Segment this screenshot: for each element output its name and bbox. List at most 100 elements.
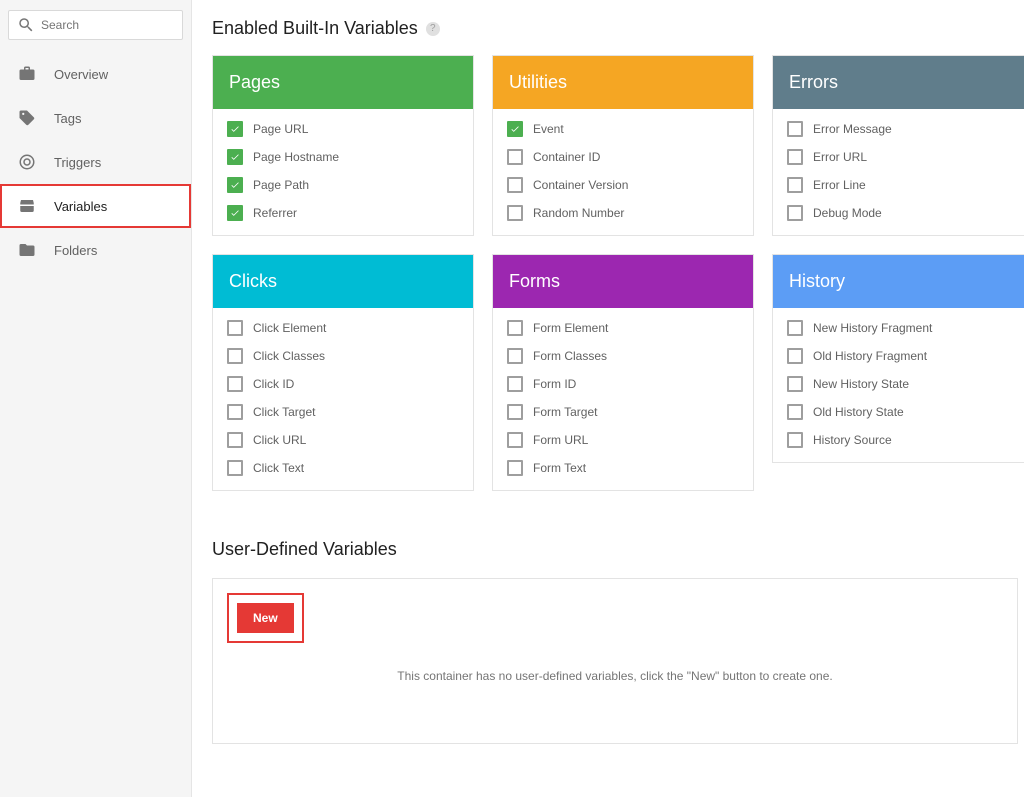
checkbox-label: Container ID [533, 150, 600, 164]
card-body: New History Fragment Old History Fragment… [773, 308, 1024, 462]
variable-checkbox-row[interactable]: Form URL [507, 432, 739, 448]
card-header: Errors [773, 56, 1024, 109]
variable-checkbox-row[interactable]: Click Target [227, 404, 459, 420]
checkbox-label: Click Target [253, 405, 315, 419]
variable-checkbox-row[interactable]: Click Text [227, 460, 459, 476]
checkbox-icon[interactable] [507, 205, 523, 221]
variable-checkbox-row[interactable]: Page Path [227, 177, 459, 193]
checkbox-label: Error Message [813, 122, 892, 136]
variable-checkbox-row[interactable]: Error Line [787, 177, 1019, 193]
checkbox-icon[interactable] [227, 149, 243, 165]
checkbox-label: Form ID [533, 377, 576, 391]
variable-checkbox-row[interactable]: Debug Mode [787, 205, 1019, 221]
nav-tags[interactable]: Tags [0, 96, 191, 140]
variable-checkbox-row[interactable]: Form Target [507, 404, 739, 420]
checkbox-icon[interactable] [227, 121, 243, 137]
checkbox-icon[interactable] [787, 376, 803, 392]
variable-checkbox-row[interactable]: Form Classes [507, 348, 739, 364]
checkbox-icon[interactable] [507, 121, 523, 137]
variable-checkbox-row[interactable]: Error Message [787, 121, 1019, 137]
checkbox-icon[interactable] [787, 177, 803, 193]
variable-checkbox-row[interactable]: Click ID [227, 376, 459, 392]
checkbox-icon[interactable] [507, 460, 523, 476]
checkbox-icon[interactable] [787, 205, 803, 221]
variable-checkbox-row[interactable]: Old History Fragment [787, 348, 1019, 364]
variable-checkbox-row[interactable]: Form ID [507, 376, 739, 392]
nav-label: Triggers [54, 155, 101, 170]
checkbox-icon[interactable] [787, 149, 803, 165]
checkbox-icon[interactable] [507, 376, 523, 392]
checkbox-icon[interactable] [227, 460, 243, 476]
checkbox-icon[interactable] [507, 320, 523, 336]
checkbox-icon[interactable] [227, 177, 243, 193]
help-icon[interactable]: ? [426, 22, 440, 36]
variable-checkbox-row[interactable]: Error URL [787, 149, 1019, 165]
card-forms: FormsForm ElementForm ClassesForm IDForm… [492, 254, 754, 491]
checkbox-label: Old History Fragment [813, 349, 927, 363]
card-utilities: UtilitiesEventContainer IDContainer Vers… [492, 55, 754, 236]
checkbox-icon[interactable] [787, 404, 803, 420]
variable-icon [18, 197, 36, 215]
checkbox-icon[interactable] [507, 348, 523, 364]
tag-icon [18, 109, 36, 127]
variable-checkbox-row[interactable]: Event [507, 121, 739, 137]
checkbox-icon[interactable] [227, 320, 243, 336]
checkbox-icon[interactable] [507, 432, 523, 448]
variable-checkbox-row[interactable]: Page Hostname [227, 149, 459, 165]
checkbox-icon[interactable] [227, 404, 243, 420]
variable-checkbox-row[interactable]: Random Number [507, 205, 739, 221]
nav-variables[interactable]: Variables [0, 184, 191, 228]
checkbox-icon[interactable] [507, 177, 523, 193]
search-box[interactable] [8, 10, 183, 40]
nav-label: Variables [54, 199, 107, 214]
variable-checkbox-row[interactable]: Form Text [507, 460, 739, 476]
checkbox-label: Error URL [813, 150, 867, 164]
variable-checkbox-row[interactable]: Old History State [787, 404, 1019, 420]
nav-triggers[interactable]: Triggers [0, 140, 191, 184]
card-header: Pages [213, 56, 473, 109]
checkbox-icon[interactable] [227, 376, 243, 392]
checkbox-label: Page URL [253, 122, 308, 136]
checkbox-icon[interactable] [787, 121, 803, 137]
checkbox-label: New History Fragment [813, 321, 932, 335]
new-button-highlight: New [227, 593, 304, 643]
checkbox-label: Form Text [533, 461, 586, 475]
variable-checkbox-row[interactable]: New History Fragment [787, 320, 1019, 336]
checkbox-label: Click ID [253, 377, 294, 391]
search-input[interactable] [41, 18, 174, 32]
nav-overview[interactable]: Overview [0, 52, 191, 96]
variable-checkbox-row[interactable]: Page URL [227, 121, 459, 137]
checkbox-label: Event [533, 122, 564, 136]
checkbox-label: Container Version [533, 178, 628, 192]
checkbox-label: History Source [813, 433, 892, 447]
briefcase-icon [18, 65, 36, 83]
card-header: Forms [493, 255, 753, 308]
checkbox-icon[interactable] [227, 348, 243, 364]
variable-checkbox-row[interactable]: Referrer [227, 205, 459, 221]
empty-message: This container has no user-defined varia… [227, 669, 1003, 683]
checkbox-icon[interactable] [227, 432, 243, 448]
variable-checkbox-row[interactable]: Click Element [227, 320, 459, 336]
checkbox-label: Debug Mode [813, 206, 882, 220]
variable-checkbox-row[interactable]: Click Classes [227, 348, 459, 364]
new-button[interactable]: New [237, 603, 294, 633]
checkbox-icon[interactable] [507, 404, 523, 420]
checkbox-icon[interactable] [787, 320, 803, 336]
card-clicks: ClicksClick ElementClick ClassesClick ID… [212, 254, 474, 491]
card-body: Page URL Page Hostname Page Path Referrer [213, 109, 473, 235]
card-body: Click Element Click Classes Click ID Click … [213, 308, 473, 490]
card-body: Form Element Form Classes Form ID Form Targ… [493, 308, 753, 490]
checkbox-icon[interactable] [787, 432, 803, 448]
checkbox-icon[interactable] [507, 149, 523, 165]
variable-checkbox-row[interactable]: Form Element [507, 320, 739, 336]
variable-checkbox-row[interactable]: New History State [787, 376, 1019, 392]
checkbox-icon[interactable] [787, 348, 803, 364]
checkbox-label: Error Line [813, 178, 866, 192]
variable-checkbox-row[interactable]: Click URL [227, 432, 459, 448]
checkbox-label: Page Path [253, 178, 309, 192]
variable-checkbox-row[interactable]: Container Version [507, 177, 739, 193]
variable-checkbox-row[interactable]: History Source [787, 432, 1019, 448]
checkbox-icon[interactable] [227, 205, 243, 221]
variable-checkbox-row[interactable]: Container ID [507, 149, 739, 165]
nav-folders[interactable]: Folders [0, 228, 191, 272]
